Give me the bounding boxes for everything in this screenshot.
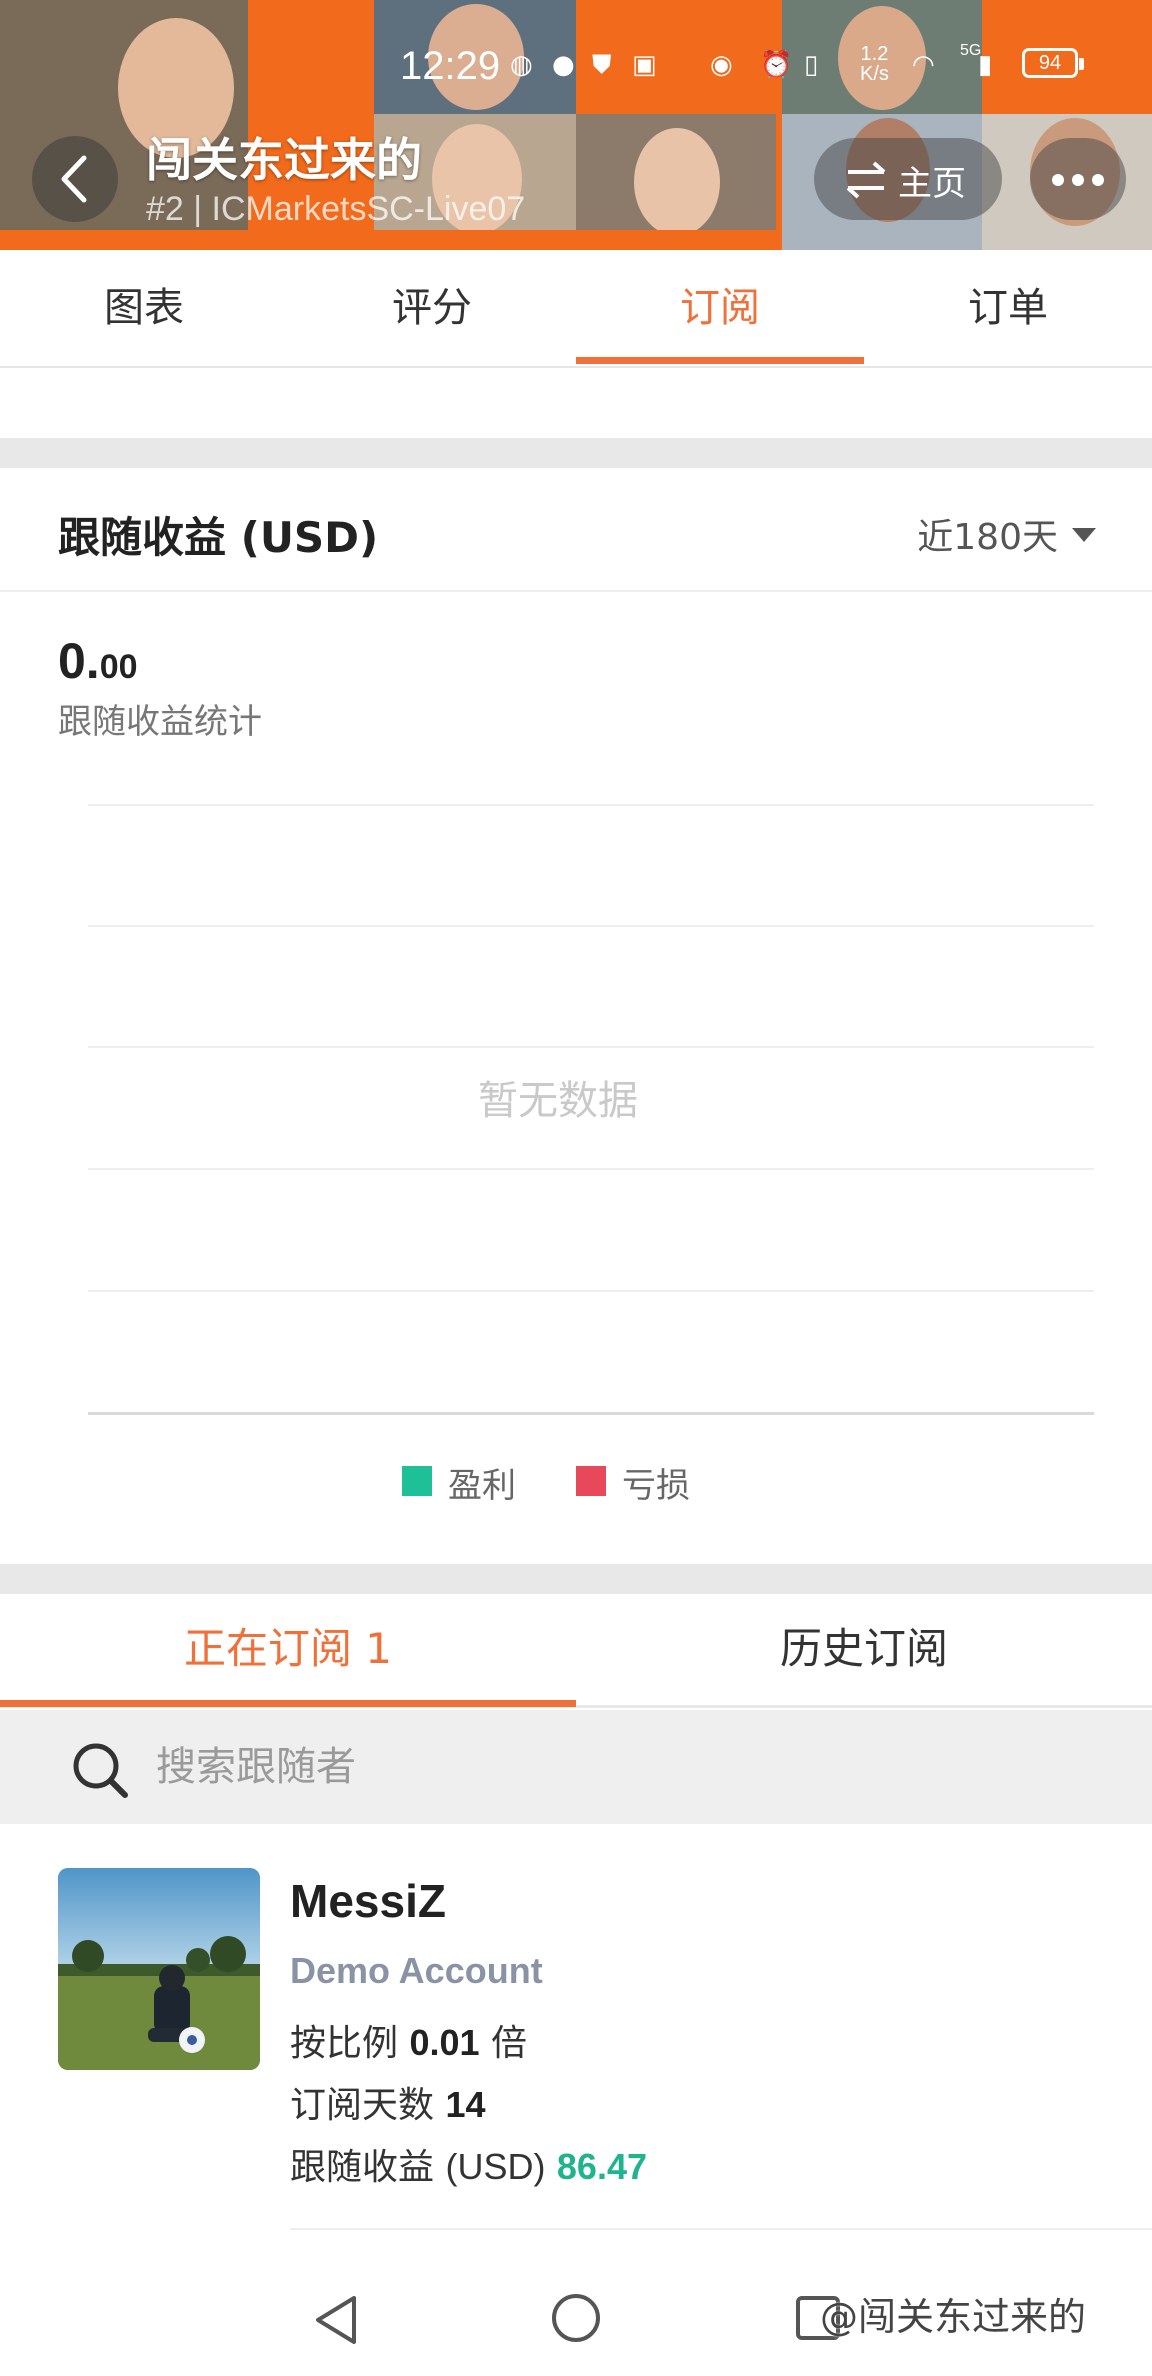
- tab-history-label: 历史订阅: [779, 1624, 948, 1673]
- tab-orders-label: 订单: [968, 285, 1048, 331]
- chart-gridline: [88, 1168, 1094, 1170]
- shield-icon: ⛊: [592, 50, 612, 80]
- wifi-icon: ◠: [912, 50, 935, 80]
- tab-current-subscriptions[interactable]: 正在订阅 1: [0, 1594, 576, 1707]
- back-triangle-icon[interactable]: [312, 2292, 360, 2348]
- follower-search-input[interactable]: [156, 1734, 1056, 1800]
- tab-orders[interactable]: 订单: [864, 250, 1152, 366]
- subscription-tab-bar: 正在订阅 1 历史订阅: [0, 1594, 1152, 1708]
- alarm-icon: ⏰: [760, 50, 793, 80]
- follower-days: 订阅天数 14: [290, 2076, 486, 2128]
- chat-icon: ●: [552, 50, 575, 80]
- section-divider: [0, 438, 1152, 468]
- legend-loss-swatch: [576, 1466, 606, 1496]
- tab-chart[interactable]: 图表: [0, 250, 288, 366]
- earnings-stat-label: 跟随收益统计: [58, 702, 262, 742]
- chart-gridline: [88, 1290, 1094, 1292]
- empty-state-text: 暂无数据: [478, 1078, 638, 1124]
- chart-baseline: [88, 1412, 1094, 1415]
- follower-card[interactable]: MessiZ Demo Account 按比例 0.01 倍 订阅天数 14 跟…: [0, 1824, 1152, 2234]
- app-icon: ▣: [632, 50, 657, 80]
- back-button[interactable]: [32, 136, 118, 222]
- profit-unit: (USD): [445, 2146, 546, 2187]
- chart-gridline: [88, 804, 1094, 806]
- net-speed-unit: K/s: [860, 63, 889, 85]
- more-options-button[interactable]: [1030, 138, 1126, 220]
- status-time: 12:29: [400, 44, 501, 88]
- earnings-total-dec: 00: [99, 648, 138, 686]
- legend-profit-swatch: [402, 1466, 432, 1496]
- follower-avatar-image: [58, 1868, 260, 2070]
- account-subtitle: #2 | ICMarketsSC-Live07: [146, 190, 526, 228]
- period-selector[interactable]: 近180天: [917, 508, 1096, 560]
- ratio-prefix: 按比例: [290, 2023, 399, 2064]
- page-title: 闯关东过来的: [146, 133, 422, 187]
- more-dot-icon: [1072, 174, 1084, 186]
- vibrate-icon: ▯: [804, 50, 819, 80]
- home-button[interactable]: 主页: [814, 138, 1002, 220]
- profit-value: 86.47: [556, 2146, 647, 2187]
- chart-gridline: [88, 925, 1094, 927]
- period-label: 近180天: [917, 517, 1058, 558]
- tab-subscription[interactable]: 订阅: [576, 250, 864, 366]
- tab-chart-label: 图表: [104, 285, 184, 331]
- tab-subscription-label: 订阅: [680, 285, 760, 331]
- earnings-total-int: 0.: [58, 633, 100, 689]
- banner-face: [634, 128, 720, 236]
- signal-icon: ▮: [978, 50, 993, 80]
- header-banner: 12:29 ◍ ● ⛊ ▣ ◉ ⏰ ▯ 1.2 K/s ◠ 5G ▮ 94 闯关…: [0, 0, 1152, 250]
- follower-profit: 跟随收益 (USD) 86.47: [290, 2138, 647, 2190]
- watermark-text: @闯关东过来的: [820, 2295, 1087, 2339]
- days-label: 订阅天数: [290, 2085, 435, 2126]
- active-tab-indicator: [576, 357, 864, 364]
- net-speed-value: 1.2: [860, 43, 889, 65]
- banner-stripe: [0, 230, 780, 250]
- legend-loss-label: 亏损: [622, 1466, 690, 1506]
- battery-icon: 94: [1022, 48, 1084, 78]
- chart-gridline: [88, 1046, 1094, 1048]
- home-circle-icon[interactable]: [550, 2292, 602, 2344]
- eye-icon: ◉: [710, 50, 733, 80]
- follower-ratio: 按比例 0.01 倍: [290, 2014, 527, 2066]
- follower-avatar: [58, 1868, 260, 2070]
- earnings-title: 跟随收益 (USD): [58, 513, 379, 562]
- search-icon: [73, 1743, 128, 1798]
- days-value: 14: [445, 2084, 486, 2125]
- status-bar: 12:29 ◍ ● ⛊ ▣ ◉ ⏰ ▯ 1.2 K/s ◠ 5G ▮ 94: [0, 40, 1152, 96]
- tab-current-label: 正在订阅 1: [183, 1624, 393, 1673]
- caret-down-icon: [1072, 528, 1096, 542]
- follower-account-type: Demo Account: [290, 1950, 543, 1991]
- net-speed: 1.2 K/s: [860, 43, 889, 84]
- active-tab-indicator: [0, 1700, 576, 1707]
- earnings-total: 0.00: [58, 632, 138, 690]
- card-divider: [290, 2228, 1152, 2230]
- main-tab-bar: 图表 评分 订阅 订单: [0, 250, 1152, 368]
- tab-history-subscriptions[interactable]: 历史订阅: [576, 1594, 1152, 1704]
- chevron-left-icon: [61, 155, 87, 203]
- more-dot-icon: [1092, 174, 1104, 186]
- ratio-value: 0.01: [409, 2022, 480, 2063]
- swap-icon: [846, 161, 886, 199]
- profit-label: 跟随收益: [290, 2147, 435, 2188]
- section-divider: [0, 1564, 1152, 1594]
- tab-rating-label: 评分: [392, 285, 472, 331]
- legend-profit-label: 盈利: [448, 1466, 516, 1506]
- earnings-header: 跟随收益 (USD) 近180天: [0, 468, 1152, 592]
- more-dot-icon: [1052, 174, 1064, 186]
- follower-name: MessiZ: [290, 1875, 446, 1927]
- home-button-label: 主页: [898, 164, 966, 204]
- ratio-suffix: 倍: [491, 2023, 528, 2064]
- browser-icon: ◍: [510, 50, 533, 80]
- tab-rating[interactable]: 评分: [288, 250, 576, 366]
- follower-search-bar: [0, 1710, 1152, 1824]
